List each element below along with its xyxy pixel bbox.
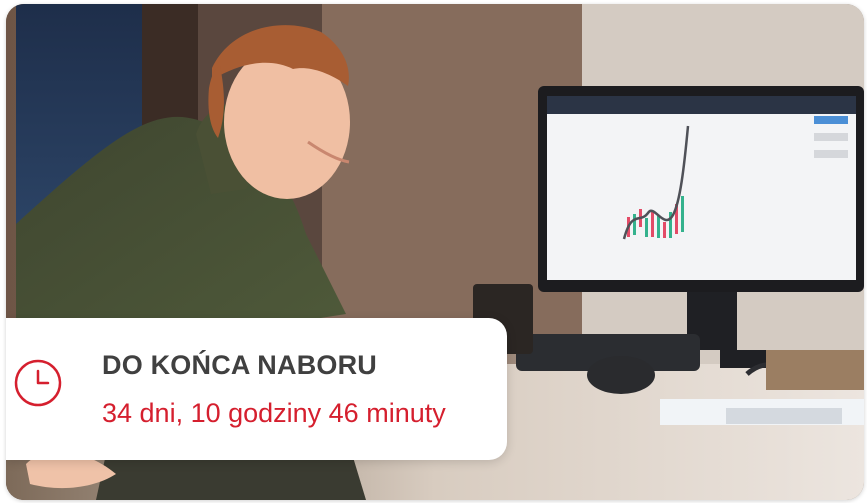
- clock-icon: [14, 359, 62, 407]
- recruitment-countdown-card: DO KOŃCA NABORU 34 dni, 10 godziny 46 mi…: [6, 4, 864, 500]
- countdown-title: DO KOŃCA NABORU: [102, 350, 377, 380]
- countdown-remaining-time: 34 dni, 10 godziny 46 minuty: [102, 398, 446, 428]
- countdown-panel: DO KOŃCA NABORU 34 dni, 10 godziny 46 mi…: [6, 318, 507, 460]
